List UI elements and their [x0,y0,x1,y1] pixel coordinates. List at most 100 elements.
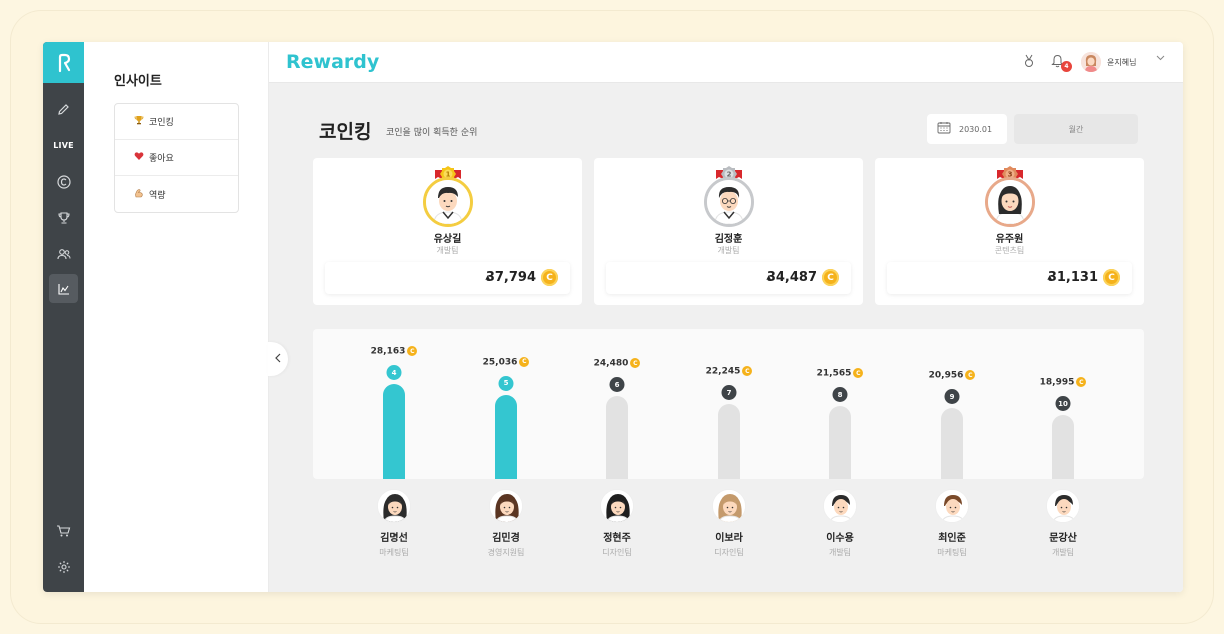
brand-logo[interactable]: Rewardy [286,51,379,73]
ranking-bar [1052,415,1074,479]
avatar [823,489,857,523]
icon-rail: LIVE [43,42,84,592]
rank-badge: 4 [386,365,402,380]
rank-badge: 8 [832,387,848,403]
insight-menu: 코인킹 좋아요 역량 [114,103,239,213]
coin-score: 31,131 [1047,270,1098,285]
coin-icon[interactable] [49,167,78,196]
menu-item-competency[interactable]: 역량 [115,176,238,212]
collapse-panel-button[interactable] [268,342,288,376]
top-header: Rewardy 4 윤지혜님 [269,42,1183,83]
person-team: 디자인팀 [602,548,632,557]
cart-icon[interactable] [49,516,78,545]
coin-icon: C [853,368,864,379]
avatar [600,489,634,523]
coin-icon: C [519,356,530,367]
avatar [489,489,523,523]
chart-icon[interactable] [49,274,78,303]
menu-item-coinking[interactable]: 코인킹 [115,104,238,140]
person-name: 정현주 [603,533,631,544]
person-name: 문강산 [1049,533,1077,544]
person-name: 최인준 [938,533,966,544]
ranking-bar-chart: 4 28,163 C 5 25,036 C 6 24,480 C 7 22,245 C 8 21,565 C… [313,329,1144,479]
page-subtitle: 코인을 많이 획득한 순위 [386,128,478,138]
score-value: 21,565 [816,368,852,379]
person-team: 개발팀 [828,548,852,557]
logo-icon[interactable] [43,42,84,83]
score-value: 18,995 [1039,377,1075,388]
avatar [712,489,746,523]
ranked-person[interactable]: 이보라 디자인팀 [689,489,769,558]
score-box: ▲ 31,131 C [887,262,1132,294]
rank-badge: 6 [609,377,625,393]
top-rank-card[interactable]: 2 김정훈 개발팀 ▲ 34,487 C [594,158,863,305]
bar-column[interactable]: 5 25,036 C [476,329,536,479]
chevron-left-icon [275,353,281,366]
coin-icon: C [965,370,976,381]
menu-item-likes[interactable]: 좋아요 [115,140,238,176]
coin-score: 34,487 [766,270,817,285]
score-label: 20,956 C [922,370,982,381]
gear-icon[interactable] [49,552,78,581]
score-box: ▲ 37,794 C [325,262,570,294]
rank-badge: 9 [944,389,960,405]
score-label: 28,163 C [364,346,424,357]
ranked-person[interactable]: 문강산 개발팀 [1023,489,1103,558]
ranked-person[interactable]: 이수용 개발팀 [800,489,880,558]
ranking-bar [718,404,740,479]
people-icon[interactable] [49,239,78,268]
notification-badge: 4 [1061,61,1072,72]
score-value: 28,163 [370,346,406,357]
coin-icon: C [1103,269,1120,286]
coin-icon: C [541,269,558,286]
live-label[interactable]: LIVE [49,131,78,160]
chevron-down-icon[interactable] [1156,54,1165,64]
winner-name: 김정훈 [714,234,743,245]
winner-name: 유주원 [995,234,1024,245]
score-box: ▲ 34,487 C [606,262,851,294]
pencil-icon[interactable] [49,95,78,124]
menu-item-label: 좋아요 [149,154,174,164]
ranking-bar [941,408,963,479]
date-picker[interactable]: 2030.01 [927,114,1007,144]
insight-panel: 인사이트 코인킹 좋아요 역량 [84,42,269,592]
person-name: 이보라 [715,533,743,544]
brand-text: Rewardy [286,51,380,73]
top-rank-card[interactable]: 1 유상길 개발팀 ▲ 37,794 C [313,158,582,305]
ranked-person[interactable]: 정현주디자인팀 [577,489,657,558]
winner-name: 유상길 [433,234,462,245]
ranked-person[interactable]: 김명선 마케팅팀 [354,489,434,558]
medal-icon[interactable] [1023,54,1035,71]
score-label: 18,995 C [1033,377,1093,388]
avatar [935,489,969,523]
score-value: 24,480 [593,358,629,369]
bar-column[interactable]: 7 22,245 C [699,329,759,479]
user-avatar[interactable] [1081,52,1101,72]
avatar [1046,489,1080,523]
ranked-person[interactable]: 김민경 경영지원팀 [466,489,546,558]
person-team: 경영지원팀 [487,548,525,557]
main-content: 코인킹 코인을 많이 획득한 순위 2030.01 월간 1 유상길 개발팀 ▲… [268,83,1183,592]
bar-column[interactable]: 8 21,565 C [810,329,870,479]
user-name[interactable]: 윤지혜님 [1107,57,1136,68]
trophy-icon[interactable] [49,203,78,232]
period-select[interactable]: 월간 [1014,114,1138,144]
menu-item-label: 코인킹 [149,118,174,128]
trophy-emoji-icon [133,115,145,128]
app-window: LIVE 인사이트 코인킹 좋아요 역량 Rewardy 4 윤지혜님 코인킹 … [43,42,1183,592]
bar-column[interactable]: 6 24,480 C [587,329,647,479]
menu-item-label: 역량 [149,190,166,201]
avatar [703,177,754,227]
panel-title: 인사이트 [114,74,162,89]
bar-column[interactable]: 4 28,163 C [364,329,424,479]
bar-column[interactable]: 10 18,995 C [1033,329,1093,479]
avatar [422,177,473,227]
score-value: 25,036 [482,357,518,368]
coin-score: 37,794 [485,270,536,285]
muscle-emoji-icon [133,188,145,201]
ranking-bar [829,406,851,479]
ranked-person[interactable]: 최인준 마케팅팀 [912,489,992,558]
bar-column[interactable]: 9 20,956 C [922,329,982,479]
coin-icon: C [630,358,641,369]
top-rank-card[interactable]: 3 유주원 콘텐츠팀 ▲ 31,131 C [875,158,1144,305]
